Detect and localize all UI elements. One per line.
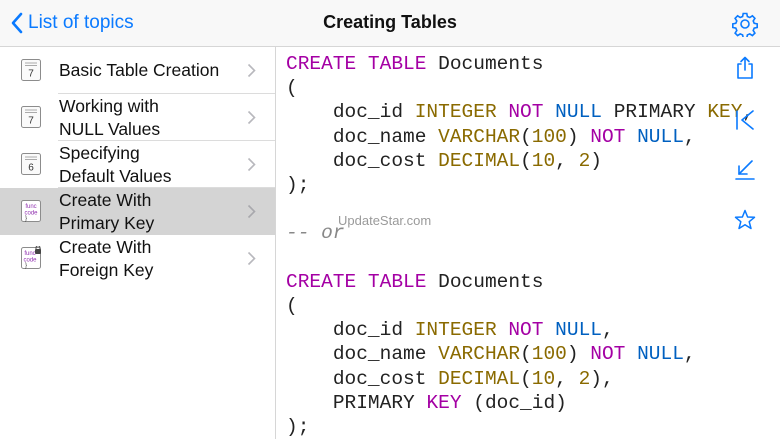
page-7-icon: 7 (21, 106, 41, 128)
list-item-label: Working with NULL Values (59, 95, 161, 139)
chevron-right-icon (247, 204, 256, 219)
list-item-label: Basic Table Creation (59, 60, 220, 80)
share-icon[interactable] (733, 56, 757, 80)
page-title: Creating Tables (323, 12, 457, 32)
page-7-icon: 7 (21, 59, 41, 81)
watermark: UpdateStar.com (338, 213, 432, 228)
gear-icon[interactable] (732, 11, 758, 37)
list-item-basic-table-creation[interactable]: 7 Basic Table Creation (0, 47, 275, 94)
sql-code-block: CREATE TABLE Documents ( doc_id INTEGER … (286, 53, 755, 439)
chevron-right-icon (247, 157, 256, 172)
svg-text:func: func (25, 204, 36, 210)
favorite-star-icon[interactable] (733, 208, 757, 232)
list-item-specifying-default-values[interactable]: 6 Specifying Default Values (0, 141, 275, 188)
list-item-working-with-null-values[interactable]: 7 Working with NULL Values (0, 94, 275, 141)
navigation-bar: List of topics Creating Tables (0, 0, 780, 47)
list-item-label: Specifying Default Values (59, 142, 172, 186)
svg-text:6: 6 (28, 163, 34, 174)
list-item-label: Create With Primary Key (59, 189, 155, 233)
list-item-create-with-primary-key[interactable]: func code } Create With Primary Key (0, 188, 275, 235)
page-6-icon: 6 (21, 153, 41, 175)
list-item-label: Create With Foreign Key (59, 236, 154, 280)
first-page-icon[interactable] (733, 108, 757, 132)
svg-text:7: 7 (28, 116, 34, 127)
topic-list: 7 Basic Table Creation 7 Working with NUL… (0, 47, 276, 439)
func-code-locked-icon: func code } (21, 246, 41, 269)
list-item-create-with-foreign-key[interactable]: func code } Create With Foreign Key (0, 235, 275, 282)
chevron-right-icon (247, 251, 256, 266)
chevron-right-icon (247, 63, 256, 78)
chevron-right-icon (247, 110, 256, 125)
code-viewer[interactable]: CREATE TABLE Documents ( doc_id INTEGER … (276, 47, 780, 439)
func-code-icon: func code } (21, 200, 41, 222)
svg-text:7: 7 (28, 69, 34, 80)
collapse-icon[interactable] (733, 158, 757, 182)
svg-text:}: } (25, 216, 27, 222)
svg-text:func: func (24, 251, 35, 257)
svg-text:}: } (25, 263, 27, 269)
